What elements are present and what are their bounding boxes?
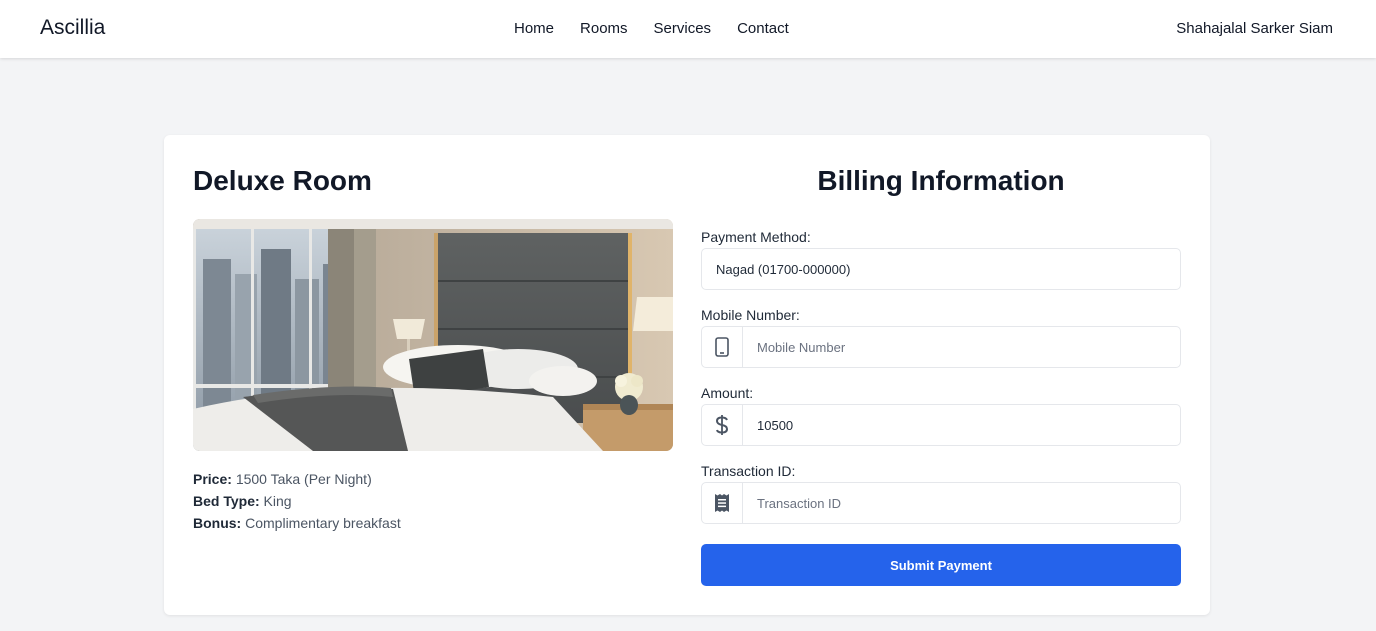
- mobile-phone-icon: [702, 327, 743, 367]
- bonus-label: Bonus:: [193, 515, 242, 531]
- room-image: [193, 219, 673, 451]
- bonus-value: Complimentary breakfast: [245, 515, 401, 531]
- nav-link-services[interactable]: Services: [654, 20, 712, 37]
- mobile-number-field[interactable]: [701, 326, 1181, 368]
- bed-type-label: Bed Type:: [193, 493, 260, 509]
- price-value: 1500 Taka (Per Night): [235, 471, 372, 487]
- main-nav: Home Rooms Services Contact: [514, 20, 789, 37]
- brand-logo[interactable]: Ascillia: [40, 16, 105, 40]
- bed-type-value: King: [263, 493, 292, 509]
- nav-link-contact[interactable]: Contact: [737, 20, 789, 37]
- amount-field[interactable]: [701, 404, 1181, 446]
- amount-input[interactable]: [743, 405, 1180, 445]
- bonus-row: Bonus: Complimentary breakfast: [193, 512, 401, 534]
- room-details: Price: 1500 Taka (Per Night) Bed Type: K…: [193, 468, 401, 534]
- payment-method-field[interactable]: [701, 248, 1181, 290]
- room-title: Deluxe Room: [193, 165, 372, 196]
- nav-link-rooms[interactable]: Rooms: [580, 20, 628, 37]
- top-navbar: Ascillia Home Rooms Services Contact Sha…: [0, 0, 1376, 58]
- transaction-id-field[interactable]: [701, 482, 1181, 524]
- booking-card: Deluxe Room Price: 1500 Taka (Per Night)…: [164, 135, 1210, 615]
- mobile-number-input[interactable]: [743, 327, 1180, 367]
- submit-payment-button[interactable]: Submit Payment: [701, 544, 1181, 586]
- payment-method-label: Payment Method:: [701, 229, 811, 245]
- dollar-icon: [702, 405, 743, 445]
- amount-label: Amount:: [701, 385, 754, 401]
- billing-title: Billing Information: [817, 165, 1065, 196]
- mobile-number-label: Mobile Number:: [701, 307, 800, 323]
- bed-type-row: Bed Type: King: [193, 490, 401, 512]
- nav-link-home[interactable]: Home: [514, 20, 554, 37]
- transaction-id-label: Transaction ID:: [701, 463, 796, 479]
- transaction-id-input[interactable]: [743, 483, 1180, 523]
- payment-method-input[interactable]: [702, 249, 1180, 289]
- receipt-icon: [702, 483, 743, 523]
- user-name[interactable]: Shahajalal Sarker Siam: [1176, 20, 1333, 37]
- price-label: Price:: [193, 471, 232, 487]
- price-row: Price: 1500 Taka (Per Night): [193, 468, 401, 490]
